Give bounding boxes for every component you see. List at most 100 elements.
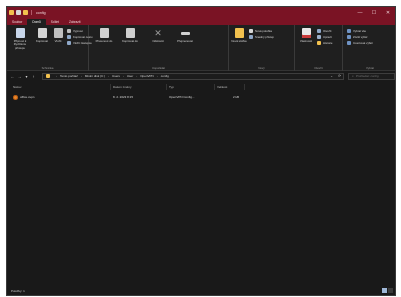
select-none-icon: [347, 34, 351, 39]
properties-label: Vlastnosti: [299, 39, 313, 43]
column-headers: Název Datum změny Typ Velikost: [7, 84, 395, 90]
move-to-icon: [99, 28, 109, 38]
column-type[interactable]: Typ: [167, 84, 215, 90]
open-button[interactable]: Otevřít: [317, 28, 331, 33]
history-button[interactable]: Historie: [317, 40, 332, 45]
maximize-button[interactable]: ☐: [367, 7, 381, 18]
file-name: office.ovpn: [20, 95, 35, 99]
new-group: Nová složka Nová položka Snadný přístup …: [229, 25, 295, 71]
breadcrumb-chevron-icon: ›: [136, 74, 138, 78]
item-count: Položky: 1: [11, 288, 25, 293]
select-all-button[interactable]: Vybrat vše: [347, 28, 366, 33]
new-folder-label: Nová složka: [231, 39, 247, 43]
organize-group: Přesunout do Kopírovat do ✕ Odstranit Př…: [89, 25, 229, 71]
paste-button[interactable]: Vložit: [51, 28, 65, 43]
breadcrumb-item[interactable]: User: [127, 74, 133, 78]
invert-selection-button[interactable]: Invertovat výběr: [347, 40, 373, 45]
open-group-label: Otevřít: [314, 66, 323, 70]
history-label: Historie: [323, 40, 333, 45]
new-folder-button[interactable]: Nová složka: [231, 28, 247, 43]
large-icons-view-icon[interactable]: [388, 288, 393, 293]
breadcrumb-chevron-icon: ›: [122, 74, 124, 78]
open-icon: [317, 28, 321, 33]
breadcrumb-chevron-icon: ›: [80, 74, 82, 78]
status-bar: Položky: 1: [7, 286, 395, 295]
copy-to-button[interactable]: Kopírovat do: [119, 28, 141, 43]
search-input[interactable]: [355, 74, 394, 78]
select-all-icon: [347, 28, 351, 33]
paste-label: Vložit: [54, 39, 62, 43]
column-name[interactable]: Název: [11, 84, 111, 90]
clipboard-group: Připnout k Rychlému přístupu Kopírovat V…: [7, 25, 92, 71]
easy-access-icon: [249, 34, 253, 39]
search-box[interactable]: ⌕: [348, 72, 395, 80]
invert-selection-icon: [347, 40, 351, 45]
scissors-icon: [67, 28, 71, 33]
copy-button[interactable]: Kopírovat: [33, 28, 51, 43]
select-none-label: Zrušit výběr: [353, 34, 368, 39]
column-size[interactable]: Velikost: [215, 84, 245, 90]
address-dropdown-icon[interactable]: ⌄: [330, 74, 333, 78]
file-list: Název Datum změny Typ Velikost office.ov…: [7, 82, 395, 287]
breadcrumb-item[interactable]: Místní disk (C:): [85, 74, 105, 78]
select-all-label: Vybrat vše: [353, 28, 367, 33]
title-bar: config — ☐ ✕: [7, 7, 395, 18]
select-none-button[interactable]: Zrušit výběr: [347, 34, 368, 39]
back-button[interactable]: ←: [9, 74, 16, 79]
clipboard-group-label: Schránka: [41, 66, 54, 70]
pin-icon: [15, 28, 25, 38]
address-bar[interactable]: › Tento počítač › Místní disk (C:) › Use…: [42, 72, 344, 80]
history-icon: [317, 40, 321, 45]
column-date[interactable]: Datum změny: [111, 84, 167, 90]
folder-icon: [9, 10, 14, 15]
rename-label: Přejmenovat: [177, 39, 193, 43]
cut-label: Vyjmout: [73, 28, 83, 33]
details-view-icon[interactable]: [382, 288, 387, 293]
refresh-icon[interactable]: ⟳: [338, 74, 341, 78]
rename-button[interactable]: Přejmenovat: [173, 28, 197, 43]
new-item-button[interactable]: Nová položka: [249, 28, 272, 33]
delete-icon: ✕: [154, 28, 162, 38]
file-row[interactable]: office.ovpn 8. 2. 2023 8:15 OpenVPN Conf…: [11, 94, 251, 101]
new-folder-quick-icon[interactable]: [23, 10, 28, 15]
new-item-icon: [249, 28, 253, 33]
new-group-label: Nový: [258, 66, 265, 70]
forward-button[interactable]: →: [16, 74, 23, 79]
close-button[interactable]: ✕: [381, 7, 395, 18]
file-type: OpenVPN Config...: [169, 95, 195, 99]
recent-locations-button[interactable]: ▾: [23, 74, 30, 79]
breadcrumb-item[interactable]: OpenVPN: [140, 74, 154, 78]
title-separator: [31, 10, 32, 15]
breadcrumb-item[interactable]: Users: [112, 74, 120, 78]
copy-to-label: Kopírovat do: [122, 39, 138, 43]
breadcrumb-item[interactable]: Tento počítač: [60, 74, 78, 78]
up-button[interactable]: ↑: [30, 74, 37, 79]
file-size: 2 kB: [233, 95, 240, 99]
delete-label: Odstranit: [152, 39, 164, 43]
breadcrumb-item[interactable]: config: [161, 74, 169, 78]
copy-to-icon: [125, 28, 135, 38]
copy-label: Kopírovat: [36, 39, 48, 43]
properties-button[interactable]: Vlastnosti: [297, 28, 315, 43]
copy-icon: [37, 28, 47, 38]
search-icon: ⌕: [352, 74, 354, 78]
move-to-button[interactable]: Přesunout do: [93, 28, 115, 43]
organize-group-label: Uspořádat: [152, 66, 165, 70]
cut-button[interactable]: Vyjmout: [67, 28, 83, 33]
edit-button[interactable]: Upravit: [317, 34, 332, 39]
folder-icon: [46, 74, 50, 78]
properties-quick-icon[interactable]: [16, 10, 21, 15]
window-controls: — ☐ ✕: [353, 7, 395, 18]
minimize-button[interactable]: —: [353, 7, 367, 18]
delete-button[interactable]: ✕ Odstranit: [147, 28, 169, 43]
open-group: Vlastnosti Otevřít Upravit Historie Otev…: [295, 25, 343, 71]
properties-icon: [301, 28, 311, 38]
pin-button[interactable]: Připnout k Rychlému přístupu: [9, 28, 31, 50]
navigation-bar: ← → ▾ ↑ › Tento počítač › Místní disk (C…: [7, 71, 395, 81]
copy-path-icon: [67, 34, 71, 39]
easy-access-button[interactable]: Snadný přístup: [249, 34, 274, 39]
move-to-label: Přesunout do: [95, 39, 113, 43]
invert-selection-label: Invertovat výběr: [353, 40, 373, 45]
ribbon: Připnout k Rychlému přístupu Kopírovat V…: [7, 25, 395, 71]
new-item-label: Nová položka: [255, 28, 272, 33]
